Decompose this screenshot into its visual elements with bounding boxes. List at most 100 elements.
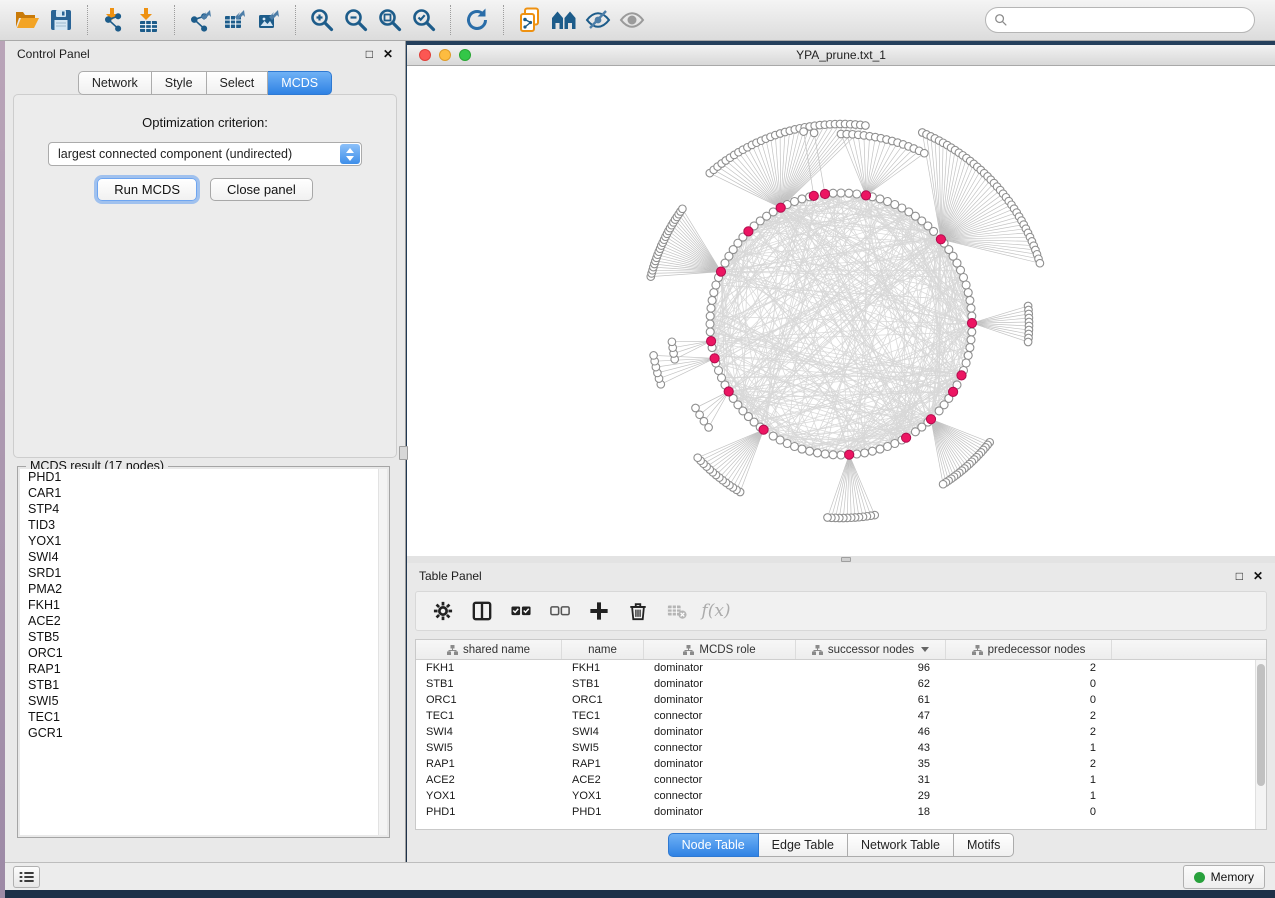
table-cell[interactable]: 43 bbox=[796, 742, 946, 754]
table-cell[interactable]: dominator bbox=[644, 678, 796, 690]
column-header-predecessor-nodes[interactable]: predecessor nodes bbox=[946, 640, 1112, 659]
table-cell[interactable]: ORC1 bbox=[416, 694, 562, 706]
mcds-result-item[interactable]: PMA2 bbox=[20, 581, 387, 597]
table-row[interactable]: STB1STB1dominator620 bbox=[416, 676, 1255, 692]
table-cell[interactable]: dominator bbox=[644, 694, 796, 706]
mcds-result-item[interactable]: YOX1 bbox=[20, 533, 387, 549]
mcds-result-item[interactable]: ORC1 bbox=[20, 645, 387, 661]
table-cell[interactable]: FKH1 bbox=[562, 662, 644, 674]
mcds-result-list[interactable]: PHD1CAR1STP4TID3YOX1SWI4SRD1PMA2FKH1ACE2… bbox=[20, 469, 387, 835]
table-row[interactable]: ORC1ORC1dominator610 bbox=[416, 692, 1255, 708]
mcds-result-item[interactable]: CAR1 bbox=[20, 485, 387, 501]
network-canvas[interactable] bbox=[407, 66, 1275, 556]
table-cell[interactable]: 0 bbox=[946, 694, 1112, 706]
search-input[interactable] bbox=[1013, 10, 1246, 30]
table-cell[interactable]: 2 bbox=[946, 710, 1112, 722]
table-cell[interactable]: connector bbox=[644, 710, 796, 722]
show-all-button[interactable] bbox=[615, 4, 649, 36]
criterion-dropdown[interactable]: largest connected component (undirected) bbox=[48, 142, 362, 166]
export-table-button[interactable] bbox=[218, 4, 252, 36]
float-panel-icon[interactable]: □ bbox=[366, 48, 373, 60]
zoom-out-button[interactable] bbox=[339, 4, 373, 36]
table-cell[interactable]: ACE2 bbox=[562, 774, 644, 786]
table-cell[interactable]: 31 bbox=[796, 774, 946, 786]
column-header-successor-nodes[interactable]: successor nodes bbox=[796, 640, 946, 659]
table-cell[interactable]: 47 bbox=[796, 710, 946, 722]
table-row[interactable]: SWI4SWI4dominator462 bbox=[416, 724, 1255, 740]
table-cell[interactable]: ORC1 bbox=[562, 694, 644, 706]
mcds-result-item[interactable]: ACE2 bbox=[20, 613, 387, 629]
table-row[interactable]: FKH1FKH1dominator962 bbox=[416, 660, 1255, 676]
export-image-button[interactable] bbox=[252, 4, 286, 36]
table-cell[interactable]: 1 bbox=[946, 774, 1112, 786]
table-cell[interactable]: ACE2 bbox=[416, 774, 562, 786]
mcds-result-item[interactable]: GCR1 bbox=[20, 725, 387, 741]
open-folder-button[interactable] bbox=[10, 4, 44, 36]
export-network-button[interactable] bbox=[184, 4, 218, 36]
close-panel-icon[interactable]: ✕ bbox=[383, 48, 393, 60]
tab-select[interactable]: Select bbox=[207, 71, 269, 95]
table-cell[interactable]: 2 bbox=[946, 726, 1112, 738]
duplicate-network-button[interactable] bbox=[513, 4, 547, 36]
table-cell[interactable]: 1 bbox=[946, 742, 1112, 754]
search-box[interactable] bbox=[985, 7, 1255, 33]
table-cell[interactable]: TEC1 bbox=[416, 710, 562, 722]
column-header-MCDS-role[interactable]: MCDS role bbox=[644, 640, 796, 659]
mcds-result-item[interactable]: SWI4 bbox=[20, 549, 387, 565]
zoom-fit-button[interactable] bbox=[373, 4, 407, 36]
mcds-list-scrollbar[interactable] bbox=[378, 469, 387, 835]
mcds-result-item[interactable]: STB1 bbox=[20, 677, 387, 693]
float-table-panel-icon[interactable]: □ bbox=[1236, 570, 1243, 582]
tab-network-table[interactable]: Network Table bbox=[848, 833, 954, 857]
table-cell[interactable]: dominator bbox=[644, 806, 796, 818]
table-scrollbar[interactable] bbox=[1255, 660, 1266, 829]
table-scrollbar-thumb[interactable] bbox=[1257, 664, 1265, 786]
deselect-all-button[interactable] bbox=[549, 600, 571, 622]
hide-selected-button[interactable] bbox=[581, 4, 615, 36]
table-cell[interactable]: 61 bbox=[796, 694, 946, 706]
mcds-result-item[interactable]: PHD1 bbox=[20, 469, 387, 485]
function-builder-button[interactable]: f(x) bbox=[705, 600, 727, 622]
table-row[interactable]: RAP1RAP1dominator352 bbox=[416, 756, 1255, 772]
run-mcds-button[interactable]: Run MCDS bbox=[97, 178, 197, 201]
table-cell[interactable]: YOX1 bbox=[562, 790, 644, 802]
save-button[interactable] bbox=[44, 4, 78, 36]
table-cell[interactable]: 1 bbox=[946, 790, 1112, 802]
mcds-result-item[interactable]: SRD1 bbox=[20, 565, 387, 581]
tab-edge-table[interactable]: Edge Table bbox=[759, 833, 848, 857]
table-cell[interactable]: dominator bbox=[644, 726, 796, 738]
delete-table-button[interactable] bbox=[666, 600, 688, 622]
tab-motifs[interactable]: Motifs bbox=[954, 833, 1014, 857]
table-cell[interactable]: 46 bbox=[796, 726, 946, 738]
table-cell[interactable]: RAP1 bbox=[562, 758, 644, 770]
table-row[interactable]: YOX1YOX1connector291 bbox=[416, 788, 1255, 804]
mcds-result-item[interactable]: TEC1 bbox=[20, 709, 387, 725]
tab-node-table[interactable]: Node Table bbox=[668, 833, 759, 857]
memory-button[interactable]: Memory bbox=[1183, 865, 1265, 889]
mcds-result-item[interactable]: FKH1 bbox=[20, 597, 387, 613]
mcds-result-item[interactable]: STP4 bbox=[20, 501, 387, 517]
table-cell[interactable]: connector bbox=[644, 742, 796, 754]
import-table-button[interactable] bbox=[131, 4, 165, 36]
table-cell[interactable]: YOX1 bbox=[416, 790, 562, 802]
zoom-selected-button[interactable] bbox=[407, 4, 441, 36]
table-cell[interactable]: 2 bbox=[946, 662, 1112, 674]
table-cell[interactable]: 96 bbox=[796, 662, 946, 674]
table-cell[interactable]: 18 bbox=[796, 806, 946, 818]
table-cell[interactable]: 62 bbox=[796, 678, 946, 690]
table-row[interactable]: TEC1TEC1connector472 bbox=[416, 708, 1255, 724]
import-network-button[interactable] bbox=[97, 4, 131, 36]
columns-button[interactable] bbox=[471, 600, 493, 622]
mcds-result-item[interactable]: TID3 bbox=[20, 517, 387, 533]
table-cell[interactable]: 35 bbox=[796, 758, 946, 770]
table-cell[interactable]: FKH1 bbox=[416, 662, 562, 674]
mcds-result-item[interactable]: STB5 bbox=[20, 629, 387, 645]
refresh-button[interactable] bbox=[460, 4, 494, 36]
table-cell[interactable]: TEC1 bbox=[562, 710, 644, 722]
table-cell[interactable]: SWI5 bbox=[416, 742, 562, 754]
select-all-button[interactable] bbox=[510, 600, 532, 622]
vertical-splitter-grip[interactable] bbox=[399, 446, 408, 460]
close-table-panel-icon[interactable]: ✕ bbox=[1253, 570, 1263, 582]
table-cell[interactable]: 0 bbox=[946, 806, 1112, 818]
tab-mcds[interactable]: MCDS bbox=[268, 71, 332, 95]
